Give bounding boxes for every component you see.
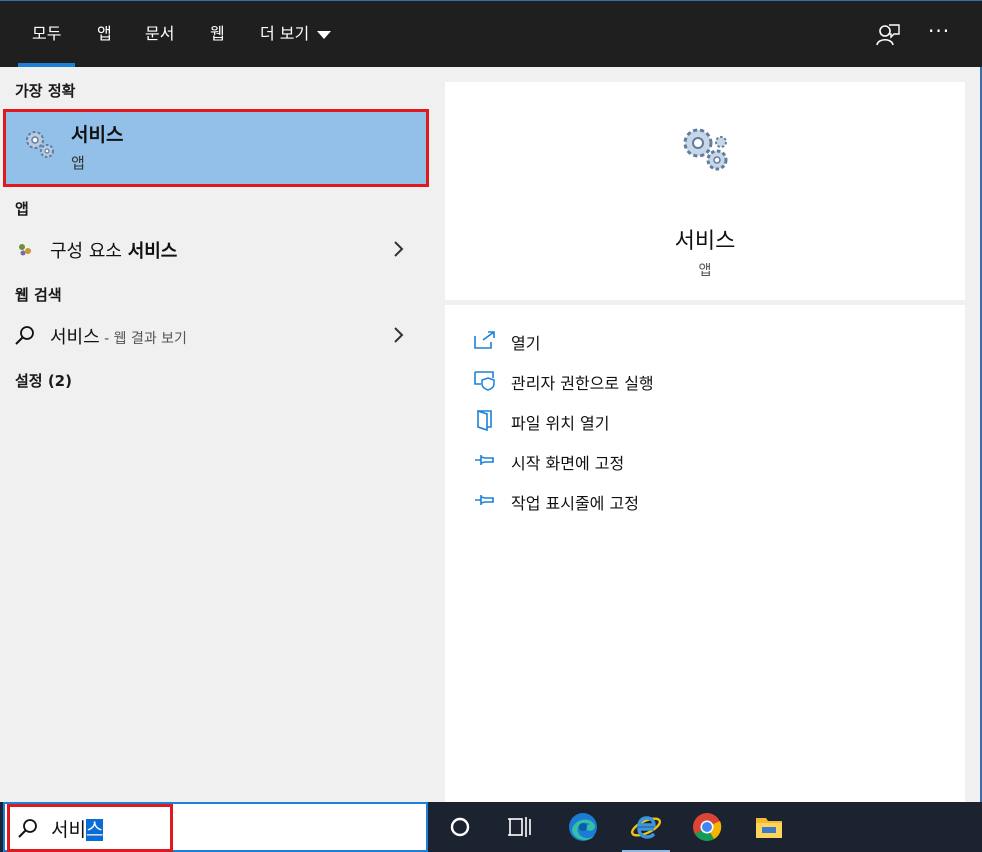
pin-icon xyxy=(475,495,494,505)
chevron-right-icon xyxy=(394,241,404,257)
more-options-icon[interactable]: ··· xyxy=(928,19,950,43)
chrome-icon[interactable] xyxy=(690,810,724,844)
edge-icon[interactable] xyxy=(566,810,600,844)
search-typed-text: 서비 xyxy=(51,819,86,841)
task-view-icon[interactable] xyxy=(503,810,537,844)
app-preview-subtitle: 앱 xyxy=(698,263,712,279)
file-location-icon xyxy=(477,409,492,431)
action-open[interactable]: 열기 xyxy=(473,325,933,355)
best-match-item[interactable]: 서비스 앱 xyxy=(3,109,429,187)
web-search-suffix: - 웹 결과 보기 xyxy=(99,331,187,347)
app-preview-title: 서비스 xyxy=(674,229,736,254)
search-icon xyxy=(18,819,37,838)
web-search-header: 웹 검색 xyxy=(15,286,62,304)
action-pin-to-start[interactable]: 시작 화면에 고정 xyxy=(473,445,933,475)
action-pin-to-taskbar-label: 작업 표시줄에 고정 xyxy=(511,494,639,513)
web-search-query: 서비스 xyxy=(50,327,100,348)
caret-down-icon xyxy=(317,30,332,39)
taskbar-search-box[interactable]: 서비스 xyxy=(3,802,428,852)
best-match-header: 가장 정확 xyxy=(15,82,76,100)
file-explorer-icon[interactable] xyxy=(752,810,786,844)
open-icon xyxy=(474,331,495,349)
pin-icon xyxy=(475,455,494,465)
app-item-component-services[interactable]: 구성 요소 서비스 xyxy=(0,229,430,269)
action-open-label: 열기 xyxy=(511,334,541,353)
apps-header: 앱 xyxy=(15,200,29,218)
settings-header[interactable]: 설정 (2) xyxy=(15,370,72,391)
tab-documents[interactable]: 문서 xyxy=(145,1,174,67)
action-run-as-admin[interactable]: 관리자 권한으로 실행 xyxy=(473,365,933,395)
best-match-subtitle: 앱 xyxy=(71,154,85,172)
web-search-label: 서비스 - 웹 결과 보기 xyxy=(50,323,187,349)
tab-more[interactable]: 더 보기 xyxy=(260,1,332,67)
tab-web[interactable]: 웹 xyxy=(210,1,225,67)
app-item-label: 구성 요소 서비스 xyxy=(50,237,177,263)
web-search-item[interactable]: 서비스 - 웹 결과 보기 xyxy=(0,315,430,355)
action-pin-to-taskbar[interactable]: 작업 표시줄에 고정 xyxy=(473,485,933,515)
tab-apps[interactable]: 앱 xyxy=(97,1,112,67)
app-item-prefix: 구성 요소 xyxy=(50,241,128,262)
results-panel: 가장 정확 서비스 앱 앱 구성 요소 서비스 웹 검색 서비스 - 웹 결과 … xyxy=(0,67,430,802)
search-filter-bar: 모두 앱 문서 웹 더 보기 ··· xyxy=(0,0,982,67)
internet-explorer-icon[interactable] xyxy=(629,810,663,844)
services-gears-icon xyxy=(683,128,728,171)
search-input[interactable]: 서비스 xyxy=(51,815,104,842)
search-selected-text: 스 xyxy=(85,819,104,841)
chevron-right-icon xyxy=(394,327,404,343)
component-services-icon xyxy=(19,244,31,256)
tab-more-label: 더 보기 xyxy=(260,24,310,43)
actions-card: 열기 관리자 권한으로 실행 파일 위치 열기 시작 화면에 고정 작업 표시줄… xyxy=(445,305,965,802)
feedback-icon[interactable] xyxy=(874,21,902,49)
shield-icon xyxy=(474,371,495,391)
tab-all[interactable]: 모두 xyxy=(17,1,77,67)
search-icon xyxy=(15,326,34,345)
action-run-as-admin-label: 관리자 권한으로 실행 xyxy=(511,374,654,393)
app-preview-card: 서비스 앱 xyxy=(445,82,965,300)
action-pin-to-start-label: 시작 화면에 고정 xyxy=(511,454,625,473)
action-open-file-location-label: 파일 위치 열기 xyxy=(511,414,610,433)
preview-panel: 서비스 앱 열기 관리자 권한으로 실행 파일 위치 열기 시작 화면에 고정 … xyxy=(430,67,982,802)
best-match-title: 서비스 xyxy=(71,124,124,146)
taskbar: 서비스 xyxy=(0,802,982,852)
action-open-file-location[interactable]: 파일 위치 열기 xyxy=(473,405,933,435)
cortana-icon[interactable] xyxy=(443,810,477,844)
app-item-bold: 서비스 xyxy=(127,241,178,262)
services-gears-icon xyxy=(26,131,54,158)
